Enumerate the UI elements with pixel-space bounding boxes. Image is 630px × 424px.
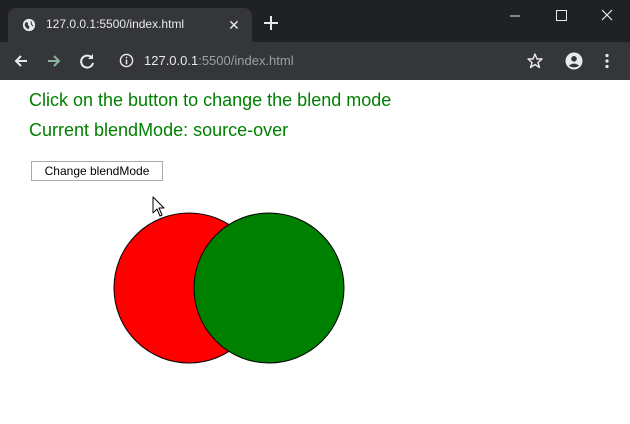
forward-arrow-icon[interactable] <box>45 52 63 70</box>
page-content: Click on the button to change the blend … <box>0 80 630 424</box>
globe-icon <box>22 18 36 32</box>
mouse-cursor-icon <box>152 196 165 217</box>
browser-toolbar: 127.0.0.1:5500/index.html <box>0 42 630 80</box>
address-bar[interactable]: 127.0.0.1:5500/index.html <box>144 53 294 68</box>
url-host: 127.0.0.1 <box>144 53 199 68</box>
green-circle <box>193 212 345 364</box>
back-arrow-icon[interactable] <box>12 52 30 70</box>
reload-icon[interactable] <box>78 52 96 70</box>
tab-strip: 127.0.0.1:5500/index.html ✕ <box>0 0 630 42</box>
url-path: :5500/index.html <box>198 53 294 68</box>
menu-dots-icon[interactable] <box>598 52 616 70</box>
browser-tab[interactable]: 127.0.0.1:5500/index.html ✕ <box>8 8 252 42</box>
info-icon[interactable] <box>119 53 134 68</box>
close-icon[interactable]: ✕ <box>226 17 242 33</box>
browser-window: 127.0.0.1:5500/index.html ✕ 127.0.0.1:55… <box>0 0 630 424</box>
close-window-icon[interactable] <box>584 0 630 32</box>
plus-icon[interactable] <box>262 14 280 32</box>
star-icon[interactable] <box>526 52 544 70</box>
minimize-icon[interactable] <box>492 0 538 32</box>
account-icon[interactable] <box>565 52 583 70</box>
drawing-canvas <box>113 212 345 364</box>
maximize-icon[interactable] <box>538 0 584 32</box>
tab-title: 127.0.0.1:5500/index.html <box>46 17 185 31</box>
